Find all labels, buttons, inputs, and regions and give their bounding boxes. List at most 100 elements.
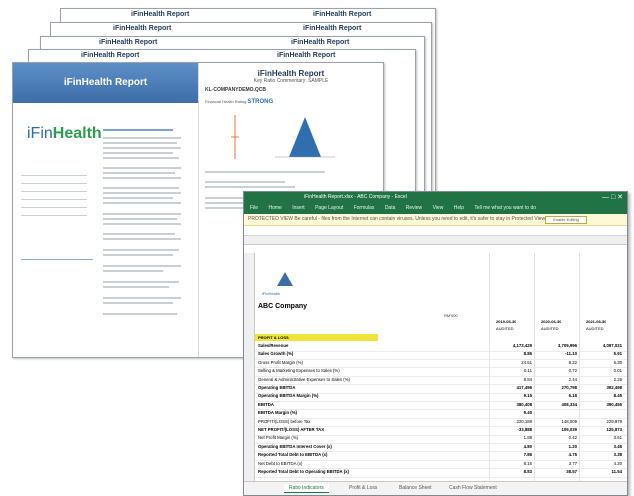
ratio-page-title: iFinHealth Report (257, 69, 325, 78)
row-label[interactable]: EBITDA (258, 402, 486, 407)
row-value[interactable]: 3.61 (586, 435, 622, 440)
row-value[interactable]: 392,498 (586, 385, 622, 390)
row-value[interactable]: 0.42 (541, 435, 577, 440)
row-value[interactable]: 417,496 (496, 385, 532, 390)
row-label[interactable]: Net Profit Margin (%) (258, 435, 486, 440)
row-label[interactable]: Sales Growth (%) (258, 351, 486, 356)
row-value[interactable]: 2.26 (586, 377, 622, 382)
row-value[interactable]: 0.11 (496, 368, 532, 373)
row-value[interactable]: 5.91 (586, 351, 622, 356)
excel-title: iFinHealth Report.xlsx - ABC Company - E… (304, 194, 407, 200)
score-value: STRONG (247, 99, 274, 105)
row-label[interactable]: General & Administrative Expenses to Sal… (258, 377, 486, 382)
ribbon-home[interactable]: Home (268, 205, 281, 211)
excel-window[interactable]: iFinHealth Report.xlsx - ABC Company - E… (243, 191, 628, 496)
row-value[interactable]: 4.75 (541, 452, 577, 457)
row-value[interactable]: 3.38 (586, 452, 622, 457)
page-header: iFinHealth Report (113, 25, 172, 32)
page-header: iFinHealth Report (131, 11, 190, 18)
ribbon-page-layout[interactable]: Page Layout (315, 205, 343, 211)
row-value[interactable]: 125,873 (586, 427, 622, 432)
tab-profit-loss[interactable]: Profit & Loss (344, 484, 382, 492)
row-value[interactable]: 8.86 (496, 351, 532, 356)
report-cover: iFinHealth Report iFinHealth (13, 63, 199, 357)
page-header: iFinHealth Report (291, 39, 350, 46)
ratio-page-subtitle: Key Ratio Commentary: SAMPLE (253, 78, 329, 84)
row-value[interactable]: 2.44 (541, 377, 577, 382)
row-value[interactable]: 38.57 (541, 469, 577, 474)
row-value[interactable]: 8.22 (541, 360, 577, 365)
row-value[interactable]: 1.20 (541, 444, 577, 449)
worksheet-grid[interactable]: iFinHealth ABC Company RM'000 2019-06-30… (244, 253, 627, 481)
row-value[interactable]: 24.51 (496, 360, 532, 365)
excel-ribbon[interactable]: File Home Insert Page Layout Formulas Da… (244, 203, 627, 214)
row-value[interactable]: 109,039 (541, 427, 577, 432)
row-label[interactable]: NET PROFIT/(LOSS) AFTER TAX (258, 427, 486, 432)
tab-cash-flow[interactable]: Cash Flow Statement (444, 484, 502, 492)
row-value[interactable]: 148,009 (541, 419, 577, 424)
window-controls[interactable]: — □ ✕ (602, 192, 623, 203)
row-value[interactable]: 220,189 (496, 419, 532, 424)
enable-editing-button[interactable]: Enable Editing (545, 216, 587, 224)
row-label[interactable]: Reported Total Debt to EBITDA (x) (258, 452, 486, 457)
row-value[interactable]: 3.77 (541, 461, 577, 466)
row-label[interactable]: Operating EBITDA Margin (%) (258, 393, 486, 398)
row-value[interactable]: 4.80 (496, 444, 532, 449)
row-value[interactable]: -33,888 (496, 427, 532, 432)
row-value[interactable]: 8.45 (586, 393, 622, 398)
row-value[interactable]: 3.46 (586, 444, 622, 449)
row-value[interactable]: 4,173,429 (496, 343, 532, 348)
row-label[interactable]: Gross Profit Margin (%) (258, 360, 486, 365)
row-value[interactable]: 270,798 (541, 385, 577, 390)
row-value[interactable]: 4,097,021 (586, 343, 622, 348)
row-value[interactable]: 229,879 (586, 419, 622, 424)
row-label[interactable]: Selling & Marketing Expenses to Sales (%… (258, 368, 486, 373)
row-value[interactable]: 0.72 (541, 368, 577, 373)
row-value[interactable]: 0.01 (586, 368, 622, 373)
ribbon-data[interactable]: Data (385, 205, 396, 211)
row-label[interactable]: Sales/Revenue (258, 343, 486, 348)
row-value[interactable]: 8.83 (496, 469, 532, 474)
row-value[interactable]: 8.16 (496, 461, 532, 466)
row-value[interactable]: 408,334 (541, 402, 577, 407)
page-header: iFinHealth Report (99, 39, 158, 46)
score-row: Financial Health Rating STRONG (205, 99, 274, 105)
ribbon-formulas[interactable]: Formulas (354, 205, 375, 211)
ifinhealth-logo: iFinHealth (27, 125, 102, 142)
row-value[interactable]: 390,455 (586, 402, 622, 407)
ribbon-help[interactable]: Help (454, 205, 464, 211)
row-value[interactable]: 11.54 (586, 469, 622, 474)
row-value[interactable]: 6.30 (586, 360, 622, 365)
cover-band: iFinHealth Report (13, 63, 198, 103)
row-label[interactable]: Reported Total Debt to Operating EBITDA … (258, 469, 486, 474)
row-value[interactable]: 380,408 (496, 402, 532, 407)
page-header: iFinHealth Report (81, 52, 140, 59)
row-label[interactable]: Operating EBITDA Interest Cover (x) (258, 444, 486, 449)
row-value[interactable]: 9.40 (496, 410, 532, 415)
row-value[interactable]: 7.86 (496, 452, 532, 457)
ribbon-view[interactable]: View (433, 205, 444, 211)
row-label[interactable]: PROFIT/(LOSS) before Tax (258, 419, 486, 424)
row-label[interactable]: EBITDA Margin (%) (258, 410, 486, 415)
row-value[interactable]: 3,709,996 (541, 343, 577, 348)
row-value[interactable]: 1.88 (496, 435, 532, 440)
excel-title-bar: iFinHealth Report.xlsx - ABC Company - E… (244, 192, 627, 203)
page-header: iFinHealth Report (277, 52, 336, 59)
formula-bar[interactable] (244, 226, 627, 236)
ribbon-file[interactable]: File (250, 205, 258, 211)
column-headers (244, 236, 627, 245)
ribbon-insert[interactable]: Insert (292, 205, 305, 211)
tab-balance-sheet[interactable]: Balance Sheet (394, 484, 437, 492)
ribbon-review[interactable]: Review (406, 205, 422, 211)
row-value[interactable]: 9.15 (496, 393, 532, 398)
row-value[interactable]: 8.84 (496, 377, 532, 382)
tab-ratio-indicators[interactable]: Ratio Indicators (284, 484, 329, 493)
col-date: 2019-06-30 (496, 319, 517, 324)
tell-me-search[interactable]: Tell me what you want to do (474, 205, 536, 211)
sheet-tabs[interactable]: Ratio Indicators Profit & Loss Balance S… (244, 481, 627, 495)
row-label[interactable]: Net Debt to EBITDA (x) (258, 461, 486, 466)
row-label[interactable]: Operating EBITDA (258, 385, 486, 390)
row-value[interactable]: -11.10 (541, 351, 577, 356)
row-value[interactable]: 4.20 (586, 461, 622, 466)
row-value[interactable]: 6.18 (541, 393, 577, 398)
